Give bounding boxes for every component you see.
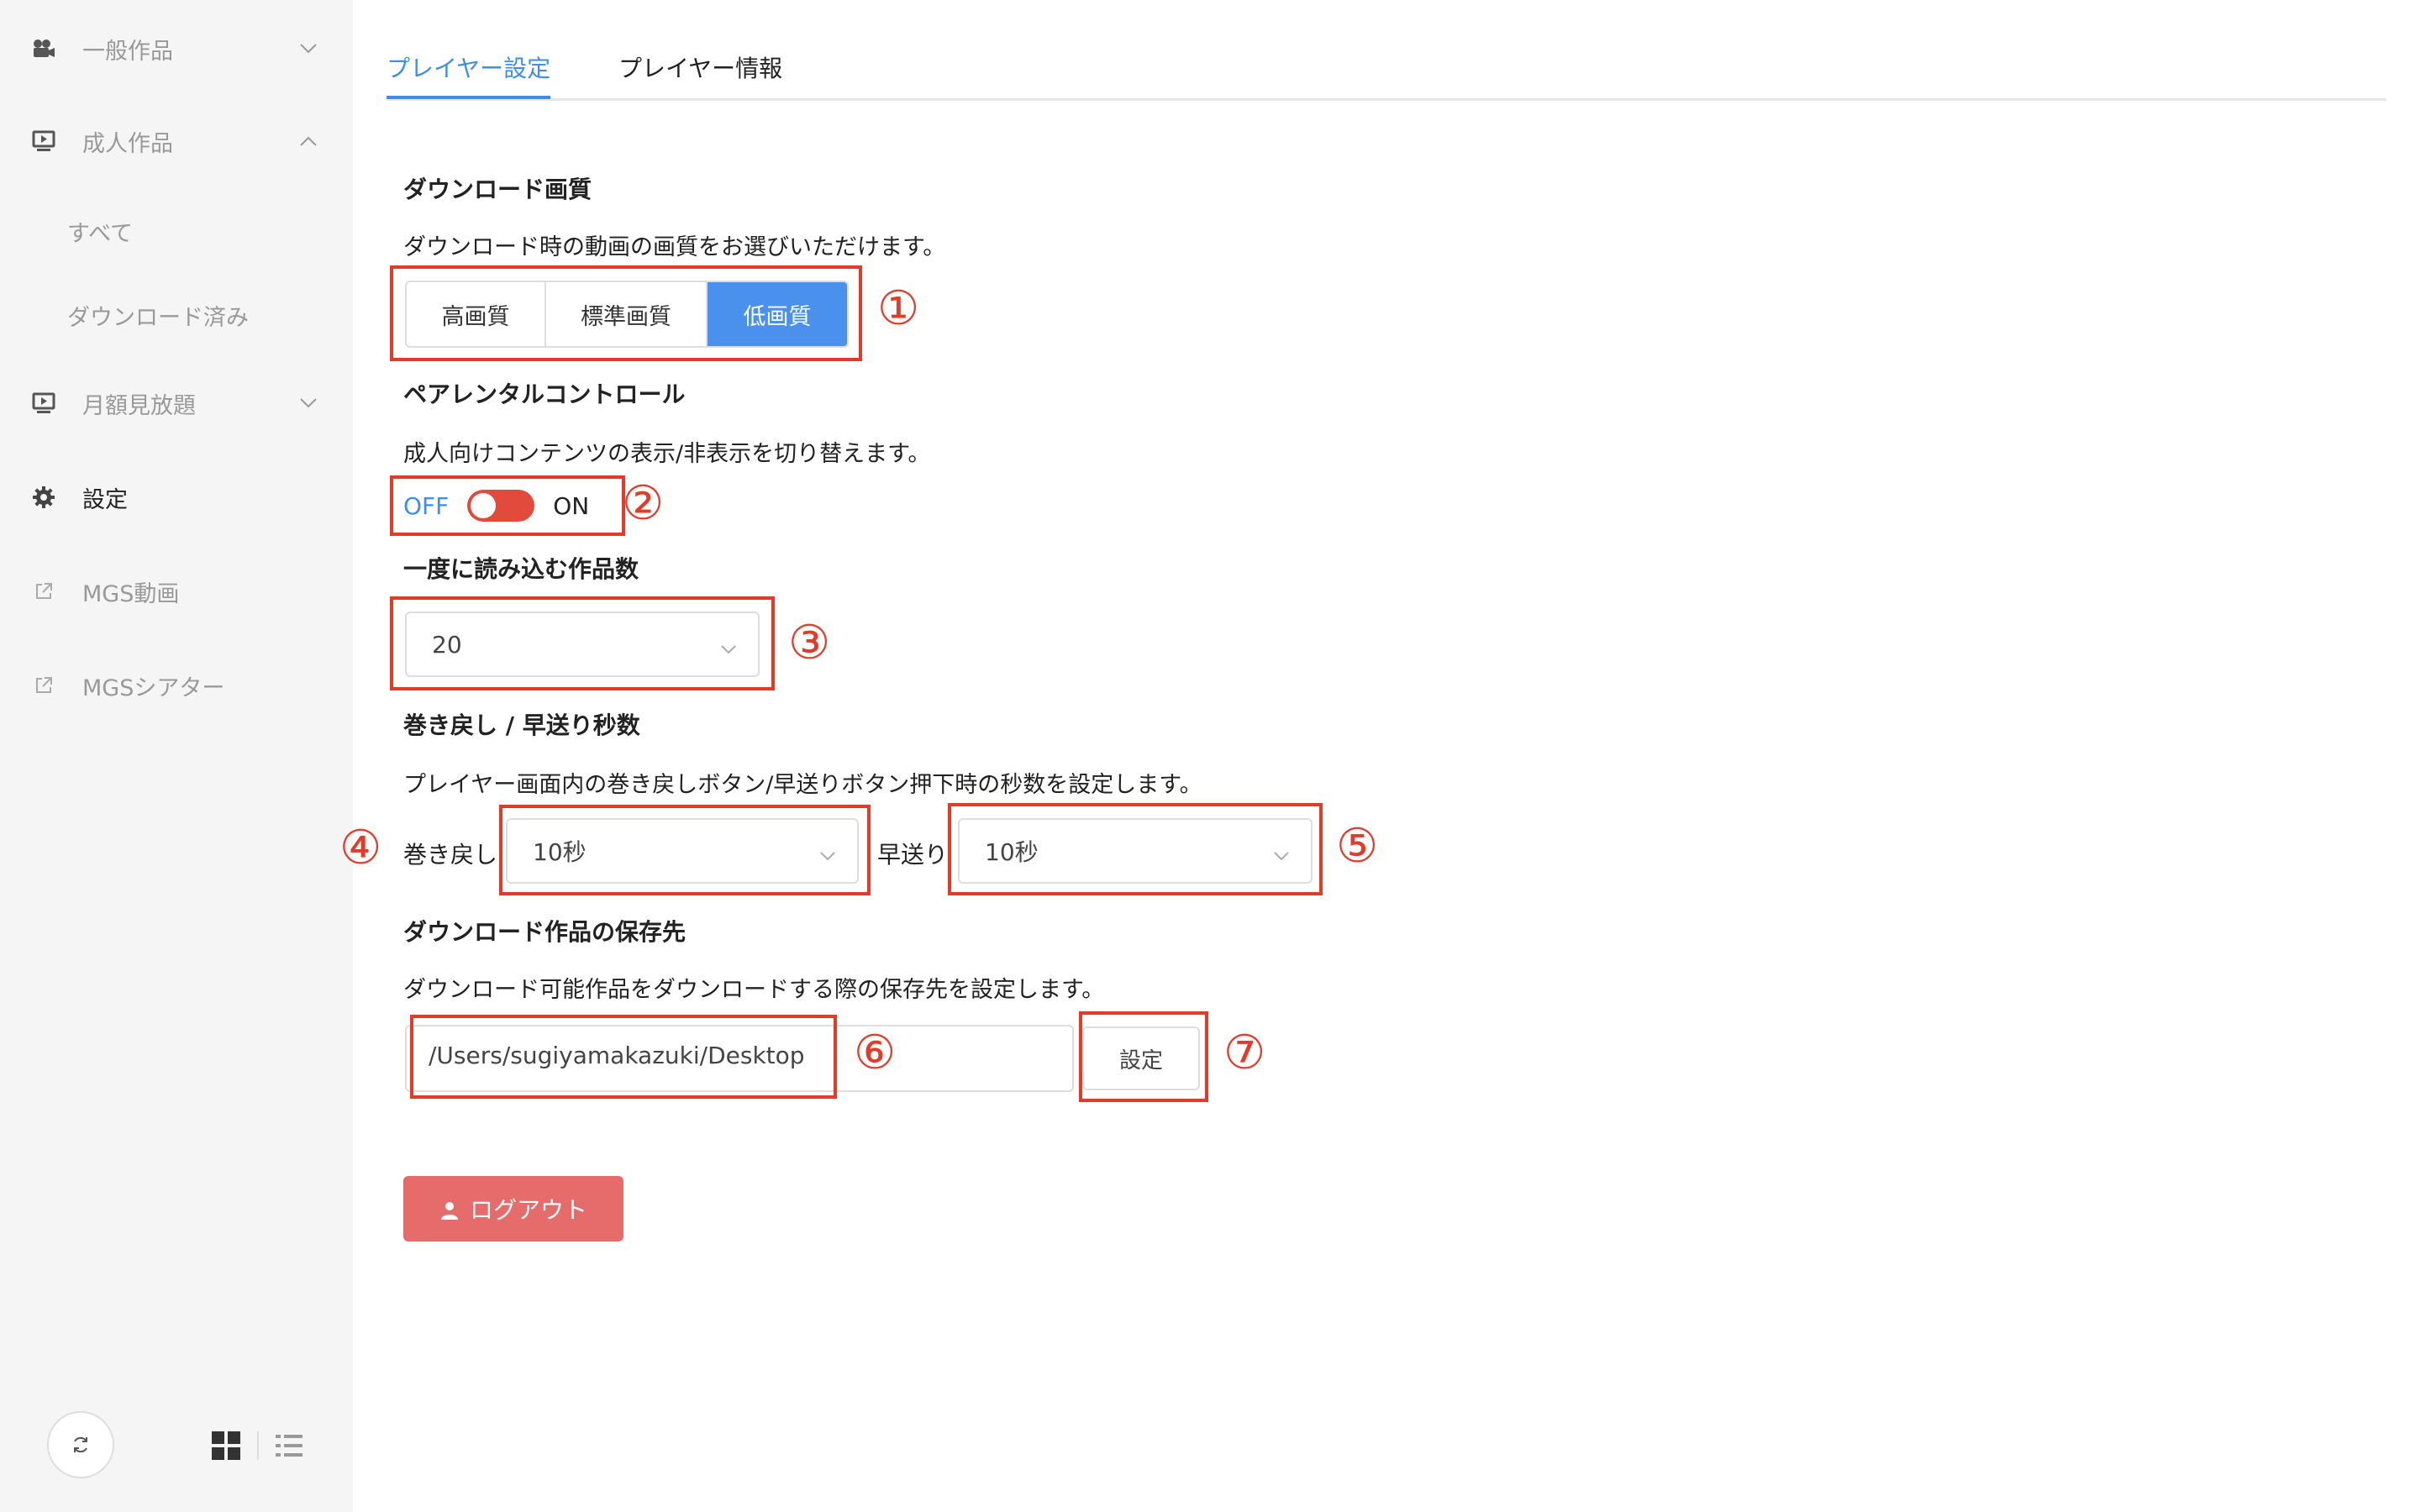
external-link-icon xyxy=(30,578,57,605)
film-camera-icon xyxy=(30,35,57,62)
tab-bar: プレイヤー設定 プレイヤー情報 xyxy=(387,42,2386,101)
annotation-box-5 xyxy=(948,803,1323,895)
annotation-number-5: ⑤ xyxy=(1336,819,1379,874)
sidebar-item-general-works[interactable]: 一般作品 xyxy=(30,24,173,74)
annotation-box-7 xyxy=(1079,1011,1208,1102)
tab-player-settings[interactable]: プレイヤー設定 xyxy=(387,50,551,99)
parental-control-title: ペアレンタルコントロール xyxy=(403,381,686,408)
sidebar-subitem-downloaded[interactable]: ダウンロード済み xyxy=(67,294,249,336)
annotation-number-1: ① xyxy=(877,281,920,336)
sidebar-subitem-all[interactable]: すべて xyxy=(67,210,133,252)
annotation-box-3 xyxy=(390,596,775,690)
divider xyxy=(257,1431,259,1460)
sidebar-item-label: 一般作品 xyxy=(82,38,173,65)
annotation-number-4: ④ xyxy=(339,821,382,875)
chevron-up-icon[interactable] xyxy=(296,129,321,154)
parental-control-description: 成人向けコンテンツの表示/非表示を切り替えます。 xyxy=(403,441,931,467)
seek-seconds-title: 巻き戻し / 早送り秒数 xyxy=(403,711,640,739)
sidebar-item-settings[interactable]: 設定 xyxy=(30,472,128,522)
monitor-play-icon xyxy=(30,128,57,155)
sidebar-bottom-bar xyxy=(0,1394,353,1495)
sidebar-item-mgs-video[interactable]: MGS動画 xyxy=(30,566,179,617)
monitor-play-icon xyxy=(30,390,57,417)
annotation-box-4 xyxy=(499,805,871,895)
sidebar-item-mgs-theater[interactable]: MGSシアター xyxy=(30,660,224,711)
chevron-down-icon[interactable] xyxy=(296,36,321,61)
chevron-down-icon[interactable] xyxy=(296,391,321,416)
download-quality-description: ダウンロード時の動画の画質をお選びいただけます。 xyxy=(403,234,946,260)
gear-icon xyxy=(30,484,57,511)
load-count-title: 一度に読み込む作品数 xyxy=(403,555,639,583)
annotation-number-3: ③ xyxy=(788,616,831,670)
annotation-box-2 xyxy=(390,475,625,536)
annotation-box-6 xyxy=(410,1015,837,1099)
sidebar-item-label: 設定 xyxy=(82,486,128,513)
save-path-description: ダウンロード可能作品をダウンロードする際の保存先を設定します。 xyxy=(403,977,1105,1003)
logout-label: ログアウト xyxy=(469,1196,587,1224)
user-icon xyxy=(439,1199,460,1220)
annotation-number-2: ② xyxy=(622,476,665,531)
tab-player-info[interactable]: プレイヤー情報 xyxy=(618,50,782,99)
download-quality-title: ダウンロード画質 xyxy=(403,176,592,203)
refresh-button[interactable] xyxy=(47,1411,114,1478)
grid-view-icon[interactable] xyxy=(212,1431,240,1460)
seek-seconds-description: プレイヤー画面内の巻き戻しボタン/早送りボタン押下時の秒数を設定します。 xyxy=(403,772,1202,798)
annotation-box-1 xyxy=(390,265,862,361)
sidebar-item-label: 月額見放題 xyxy=(82,392,196,419)
list-view-icon[interactable] xyxy=(274,1431,304,1460)
sidebar-item-label: MGSシアター xyxy=(82,675,225,701)
sidebar-item-monthly-unlimited[interactable]: 月額見放題 xyxy=(30,378,196,428)
annotation-number-6: ⑥ xyxy=(854,1026,897,1080)
sidebar-item-adult-works[interactable]: 成人作品 xyxy=(30,116,173,166)
forward-label: 早送り xyxy=(877,841,949,869)
sidebar-item-label: 成人作品 xyxy=(82,130,173,157)
sidebar-item-label: MGS動画 xyxy=(82,580,180,607)
settings-panel: プレイヤー設定 プレイヤー情報 ダウンロード画質 ダウンロード時の動画の画質をお… xyxy=(339,0,2420,1512)
logout-button[interactable]: ログアウト xyxy=(403,1176,623,1242)
save-path-title: ダウンロード作品の保存先 xyxy=(403,918,687,946)
annotation-number-7: ⑦ xyxy=(1223,1026,1266,1080)
sidebar: 一般作品 成人作品 すべて ダウンロード済み 月額見放題 設定 MGS動画 MG… xyxy=(0,0,353,1512)
external-link-icon xyxy=(30,672,57,699)
rewind-label: 巻き戻し xyxy=(403,841,498,869)
refresh-icon xyxy=(74,1436,87,1453)
